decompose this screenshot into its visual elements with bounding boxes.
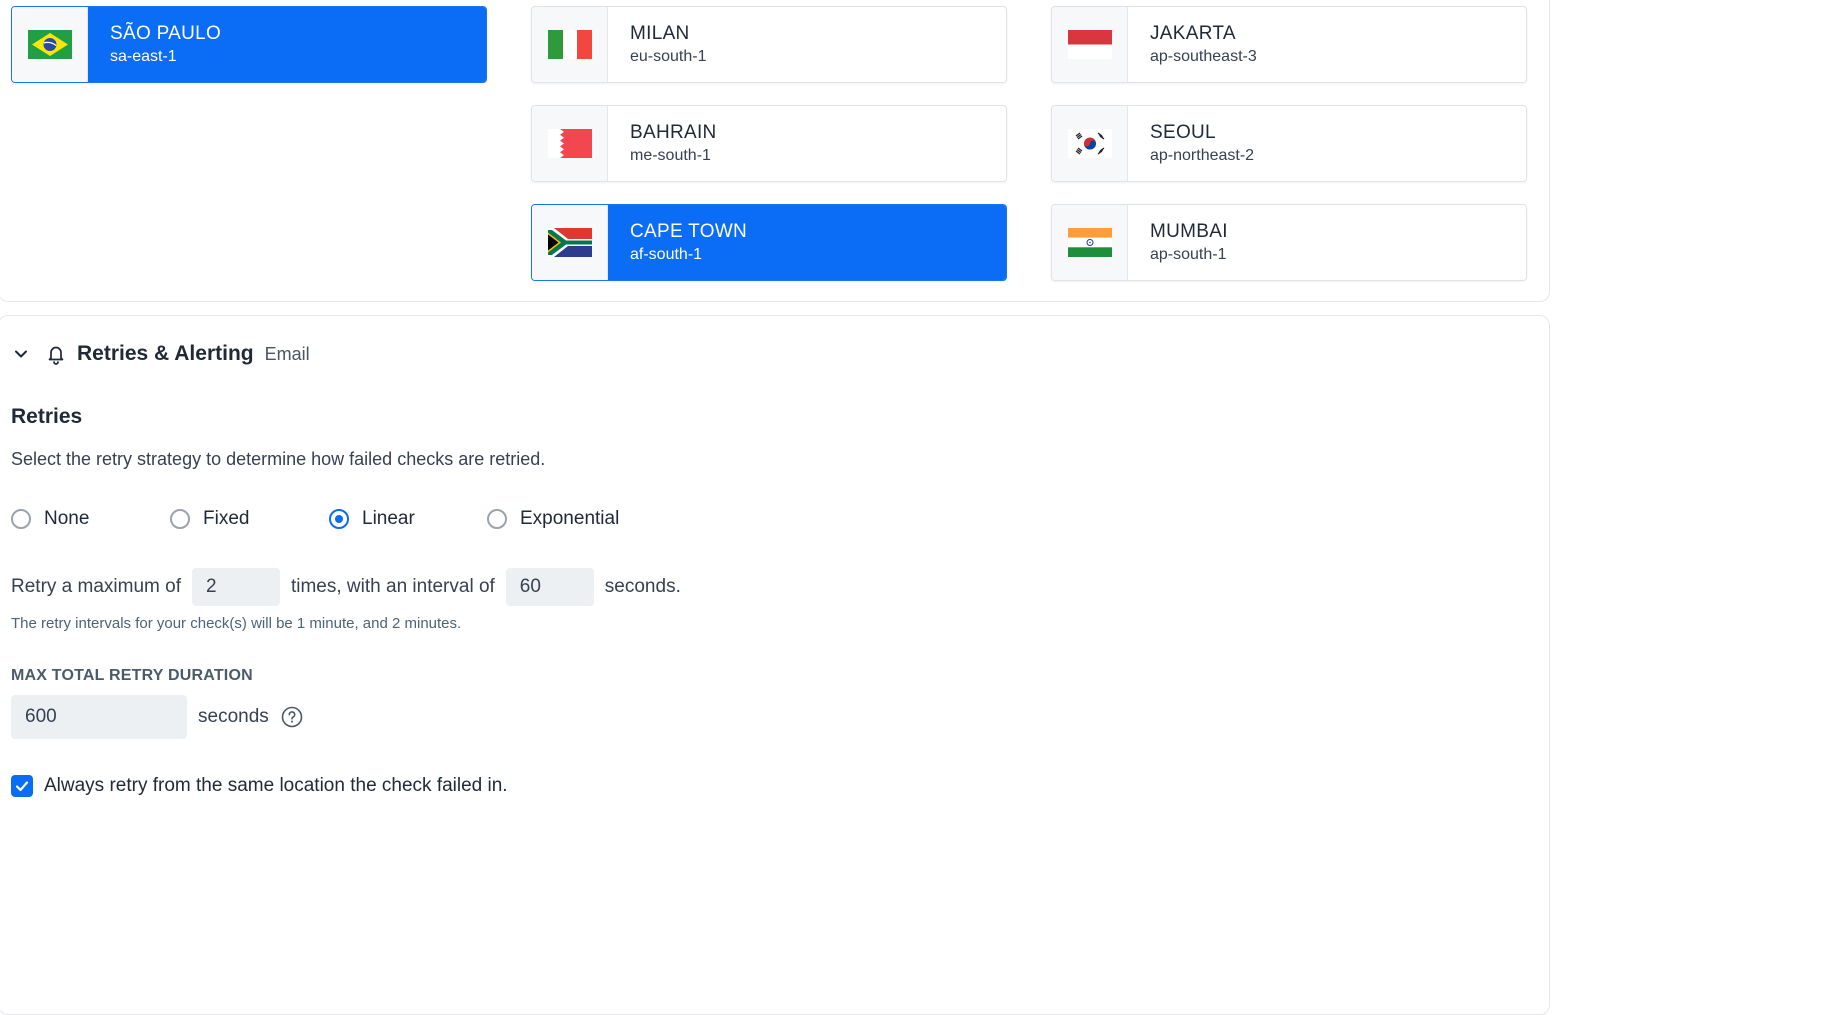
retry-line-prefix: Retry a maximum of <box>11 575 181 597</box>
location-city: MUMBAI <box>1150 220 1228 242</box>
location-code: ap-south-1 <box>1150 245 1227 263</box>
retry-intervals-hint: The retry intervals for your check(s) wi… <box>11 615 462 632</box>
bell-icon <box>48 346 64 365</box>
radio-circle[interactable] <box>329 509 349 529</box>
location-card-bahrain[interactable]: BAHRAIN me-south-1 <box>531 105 1007 182</box>
location-code: eu-south-1 <box>630 47 707 65</box>
location-city: SEOUL <box>1150 121 1216 143</box>
south-africa-flag-icon <box>547 228 592 257</box>
section-subtitle: Email <box>264 343 310 364</box>
retries-alerting-header[interactable]: Retries & Alerting Email <box>12 338 310 370</box>
radio-label[interactable]: Fixed <box>203 508 249 530</box>
radio-circle[interactable] <box>487 509 507 529</box>
brazil-flag-icon <box>27 30 72 59</box>
max-retries-input[interactable] <box>191 567 280 606</box>
section-title: Retries & Alerting <box>77 342 254 365</box>
radio-circle[interactable] <box>170 509 190 529</box>
india-flag-icon <box>1067 228 1112 257</box>
radio-linear[interactable]: Linear <box>329 508 415 530</box>
location-card-seoul[interactable]: SEOUL ap-northeast-2 <box>1051 105 1527 182</box>
same-location-label[interactable]: Always retry from the same location the … <box>44 775 508 797</box>
retry-line-suffix: seconds. <box>604 575 681 597</box>
location-card-mumbai[interactable]: MUMBAI ap-south-1 <box>1051 204 1527 281</box>
radio-fixed[interactable]: Fixed <box>170 508 249 530</box>
help-circle-icon[interactable] <box>281 706 303 728</box>
radio-label[interactable]: Linear <box>362 508 415 530</box>
bahrain-flag-icon <box>547 129 592 158</box>
max-duration-line: seconds <box>11 695 303 739</box>
location-card-cape-town[interactable]: CAPE TOWN af-south-1 <box>531 204 1007 281</box>
location-city: CAPE TOWN <box>630 220 748 242</box>
retry-config-line: Retry a maximum of times, with an interv… <box>11 567 681 606</box>
south-korea-flag-icon <box>1067 129 1112 158</box>
retries-heading: Retries <box>11 405 83 428</box>
radio-circle[interactable] <box>11 509 31 529</box>
location-code: sa-east-1 <box>110 47 177 65</box>
radio-label[interactable]: None <box>44 508 89 530</box>
max-duration-label: MAX TOTAL RETRY DURATION <box>11 667 253 684</box>
location-card-sao-paulo[interactable]: SÃO PAULO sa-east-1 <box>11 6 487 83</box>
location-card-jakarta[interactable]: JAKARTA ap-southeast-3 <box>1051 6 1527 83</box>
radio-exponential[interactable]: Exponential <box>487 508 619 530</box>
retries-alerting-panel <box>0 315 1550 1015</box>
location-code: af-south-1 <box>630 245 703 263</box>
location-code: me-south-1 <box>630 146 711 164</box>
retries-description: Select the retry strategy to determine h… <box>11 449 546 469</box>
location-city: SÃO PAULO <box>110 22 222 44</box>
location-city: BAHRAIN <box>630 121 717 143</box>
checkmark-icon <box>15 781 29 792</box>
same-location-checkbox[interactable] <box>11 775 33 797</box>
same-location-option[interactable]: Always retry from the same location the … <box>11 775 508 797</box>
location-code: ap-northeast-2 <box>1150 146 1255 164</box>
radio-label[interactable]: Exponential <box>520 508 619 530</box>
retry-line-middle: times, with an interval of <box>290 575 495 597</box>
retry-interval-input[interactable] <box>505 567 594 606</box>
chevron-down-icon[interactable] <box>12 345 30 363</box>
max-duration-unit: seconds <box>198 706 269 727</box>
location-city: MILAN <box>630 22 690 44</box>
max-duration-input[interactable] <box>11 695 187 739</box>
indonesia-flag-icon <box>1067 30 1112 59</box>
location-card-milan[interactable]: MILAN eu-south-1 <box>531 6 1007 83</box>
location-city: JAKARTA <box>1150 22 1236 44</box>
italy-flag-icon <box>547 30 592 59</box>
location-code: ap-southeast-3 <box>1150 47 1257 65</box>
radio-none[interactable]: None <box>11 508 89 530</box>
